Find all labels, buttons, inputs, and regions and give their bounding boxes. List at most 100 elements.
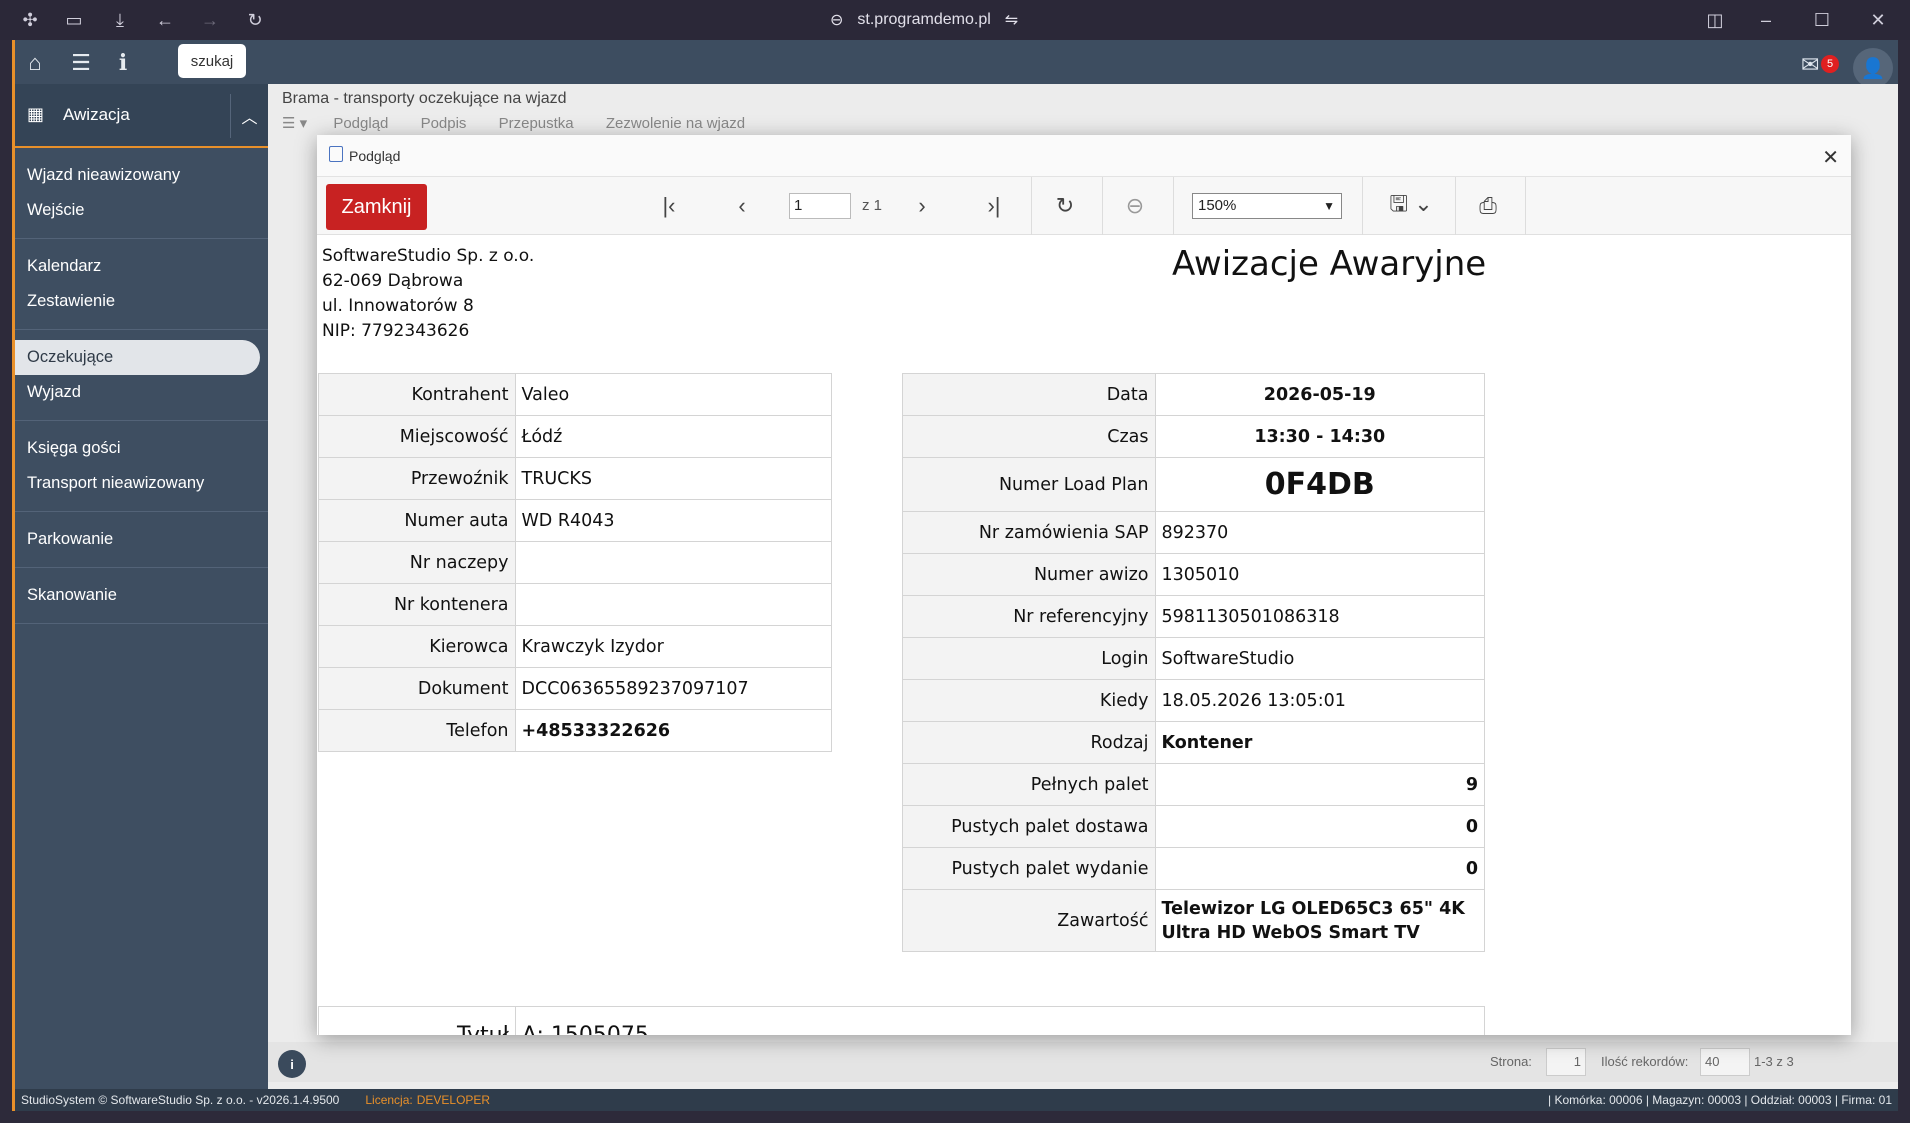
browser-logo-icon[interactable]: ✣ [18, 8, 42, 32]
pager-page-label: Strona: [1490, 1054, 1532, 1069]
maximize-icon[interactable]: ☐ [1810, 8, 1834, 32]
next-page-icon[interactable]: › [907, 191, 937, 221]
table-row: Kiedy 18.05.2026 13:05:01 [902, 679, 1485, 722]
pager-records-select[interactable]: 40 [1700, 1048, 1750, 1076]
toolbar-signature[interactable]: Podpis [421, 115, 467, 132]
table-row: Kierowca Krawczyk Izydor [318, 625, 832, 668]
menu-collapse-icon[interactable]: ☰ [67, 49, 95, 77]
window-close-icon[interactable]: ✕ [1866, 8, 1890, 32]
value-nr-referencyjny: 5981130501086318 [1154, 595, 1485, 638]
toolbar-pass[interactable]: Przepustka [499, 115, 574, 132]
app-topbar: ⌂ ☰ i szukaj ✉ 5 👤 [15, 40, 1898, 88]
zoom-select[interactable]: 150% ▼ [1192, 193, 1342, 219]
value-nr-zamowienia-sap: 892370 [1154, 511, 1485, 554]
calendar-icon: ▦ [27, 104, 45, 124]
toolbar-separator [1102, 177, 1103, 235]
company-name: SoftwareStudio Sp. z o.o. [322, 246, 535, 266]
first-page-icon[interactable]: |‹ [654, 191, 684, 221]
toolbar-separator [1031, 177, 1032, 235]
value-nr-kontenera [514, 583, 832, 626]
modal-title: Podgląd [349, 147, 401, 164]
site-settings-icon[interactable]: ⇋ [1005, 10, 1018, 30]
value-numer-awizo: 1305010 [1154, 553, 1485, 596]
sidebar-item-kalendarz[interactable]: Kalendarz [15, 249, 268, 284]
sidebar-item-ksiega-gosci[interactable]: Księga gości [15, 431, 268, 466]
label-numer-awizo: Numer awizo [902, 553, 1156, 596]
sidebar-item-wejscie[interactable]: Wejście [15, 193, 268, 228]
value-load-plan: 0F4DB [1154, 457, 1485, 512]
pager-page-input[interactable]: 1 [1546, 1048, 1586, 1076]
previous-page-icon[interactable]: ‹ [727, 191, 757, 221]
split-view-icon[interactable]: ◫ [1703, 8, 1727, 32]
report-title: Awizacje Awaryjne [1172, 244, 1487, 284]
label-zawartosc: Zawartość [902, 889, 1156, 952]
close-icon[interactable]: ✕ [1822, 145, 1839, 170]
label-rodzaj: Rodzaj [902, 721, 1156, 764]
sidebar-item-skanowanie[interactable]: Skanowanie [15, 578, 268, 613]
toolbar-entry-permit[interactable]: Zezwolenie na wjazd [606, 115, 745, 132]
title-table: TytułA: 1505075 [318, 1006, 1486, 1035]
address-bar[interactable]: ⊖ st.programdemo.pl ⇋ [830, 9, 1018, 31]
page-number-input[interactable]: 1 [789, 193, 851, 219]
back-arrow-icon[interactable]: ⊖ [1120, 191, 1150, 221]
mail-icon[interactable]: ✉ [1801, 52, 1819, 78]
info-circle-icon[interactable]: i [278, 1050, 306, 1078]
table-row: Data 2026-05-19 [902, 373, 1485, 416]
info-icon[interactable]: i [109, 49, 137, 77]
table-row: Pustych palet dostawa 0 [902, 805, 1485, 848]
table-row: Nr zamówienia SAP 892370 [902, 511, 1485, 554]
table-row: Rodzaj Kontener [902, 721, 1485, 764]
status-version: StudioSystem © SoftwareStudio Sp. z o.o.… [21, 1093, 340, 1107]
main-toolbar: ☰ ▾ Podgląd Podpis Przepustka Zezwolenie… [282, 114, 745, 132]
value-data: 2026-05-19 [1154, 373, 1485, 416]
forward-icon[interactable]: → [198, 8, 222, 32]
table-row: Login SoftwareStudio [902, 637, 1485, 680]
print-icon[interactable]: ⎙ [1473, 191, 1503, 221]
status-context: | Komórka: 00006 | Magazyn: 00003 | Oddz… [1548, 1093, 1892, 1107]
table-row: Numer Load Plan 0F4DB [902, 457, 1485, 512]
label-kierowca: Kierowca [318, 625, 516, 668]
home-icon[interactable]: ⌂ [21, 49, 49, 77]
search-button[interactable]: szukaj [178, 44, 246, 78]
list-menu-icon[interactable]: ☰ ▾ [282, 115, 307, 132]
toolbar-preview[interactable]: Podgląd [333, 115, 388, 132]
reload-icon[interactable]: ↻ [243, 8, 267, 32]
close-button[interactable]: Zamknij [326, 184, 427, 230]
toolbar-separator [1455, 177, 1456, 235]
sidebar-item-transport-nieawizowany[interactable]: Transport nieawizowany [15, 466, 268, 501]
sidebar-group: Skanowanie [15, 568, 268, 624]
sidebar-toggle-icon[interactable]: ▭ [62, 8, 86, 32]
label-przewoznik: Przewoźnik [318, 457, 516, 500]
sidebar-section-header[interactable]: ▦ Awizacja ︿ [15, 84, 268, 148]
value-zawartosc: Telewizor LG OLED65C3 65" 4K Ultra HD We… [1154, 889, 1485, 952]
left-details-table: Kontrahent Valeo Miejscowość Łódź Przewoźn… [318, 373, 832, 752]
sidebar-item-wyjazd[interactable]: Wyjazd [15, 375, 268, 410]
value-miejscowosc: Łódź [514, 415, 832, 458]
sidebar-item-parkowanie[interactable]: Parkowanie [15, 522, 268, 557]
toolbar-separator [1525, 177, 1526, 235]
sidebar-item-oczekujace[interactable]: Oczekujące [15, 340, 260, 375]
refresh-icon[interactable]: ↻ [1050, 191, 1080, 221]
pager-records-label: Ilość rekordów: [1601, 1054, 1689, 1069]
label-kontrahent: Kontrahent [318, 373, 516, 416]
sidebar-item-wjazd-nieawizowany[interactable]: Wjazd nieawizowany [15, 158, 268, 193]
minimize-icon[interactable]: – [1754, 8, 1778, 32]
status-bar: StudioSystem © SoftwareStudio Sp. z o.o.… [15, 1089, 1898, 1111]
label-telefon: Telefon [318, 709, 516, 752]
label-tytul: Tytuł [318, 1006, 516, 1035]
value-kierowca: Krawczyk Izydor [514, 625, 832, 668]
report-page: SoftwareStudio Sp. z o.o. 62-069 Dąbrowa… [317, 236, 1851, 1035]
mail-count-badge: 5 [1821, 55, 1839, 73]
table-row: Dokument DCC06365589237097107 [318, 667, 832, 710]
user-avatar-icon[interactable]: 👤 [1853, 48, 1893, 88]
pager-range: 1-3 z 3 [1754, 1054, 1794, 1069]
sidebar-item-zestawienie[interactable]: Zestawienie [15, 284, 268, 319]
table-row: TytułA: 1505075 [318, 1006, 1486, 1035]
download-icon[interactable]: ⤓ [108, 8, 132, 32]
save-menu-icon[interactable]: 🖫 ⌄ [1385, 191, 1437, 221]
chevron-up-icon[interactable]: ︿ [230, 94, 268, 138]
last-page-icon[interactable]: ›| [979, 191, 1009, 221]
value-kontrahent: Valeo [514, 373, 832, 416]
back-icon[interactable]: ← [153, 8, 177, 32]
value-login: SoftwareStudio [1154, 637, 1485, 680]
